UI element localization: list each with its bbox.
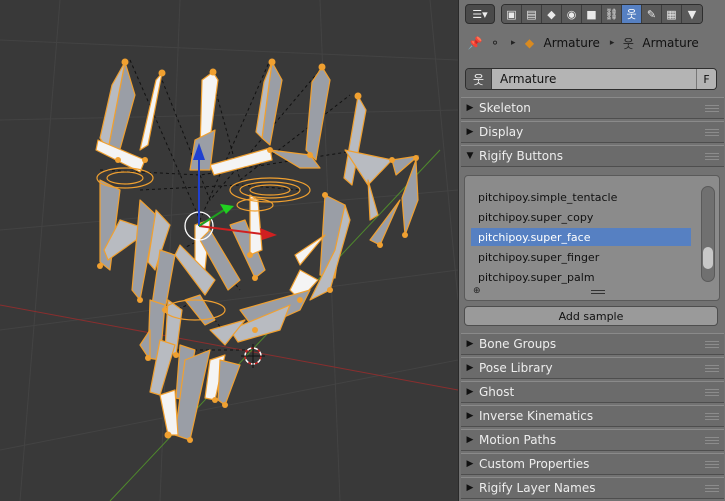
expand-arrow-icon: ▶ xyxy=(466,459,474,469)
filter-options-icon[interactable]: ⊕ xyxy=(473,286,481,296)
breadcrumb-data: Armature xyxy=(642,36,699,50)
breadcrumb: 📌 ⚬ ▸ ◆ Armature ▸ 웃 Armature xyxy=(459,30,725,56)
bone-constraints-icon[interactable]: ▦ xyxy=(662,5,682,23)
sample-list[interactable]: pitchipoy.simple_tentacle pitchipoy.supe… xyxy=(464,175,720,301)
drag-grip-icon[interactable] xyxy=(705,340,719,348)
panel-rigify-buttons[interactable]: ▼ Rigify Buttons xyxy=(461,145,724,167)
drag-grip-icon[interactable] xyxy=(705,484,719,492)
panel-title: Custom Properties xyxy=(479,457,590,471)
fake-user-button[interactable]: F xyxy=(696,69,716,89)
editor-type-button[interactable]: ☰▾ xyxy=(465,4,495,24)
drag-grip-icon[interactable] xyxy=(705,460,719,468)
panel-custom-properties[interactable]: ▶ Custom Properties xyxy=(461,453,724,475)
drag-grip-icon[interactable] xyxy=(705,436,719,444)
texture-icon[interactable]: ▼ xyxy=(682,5,702,23)
scrollbar-thumb[interactable] xyxy=(703,247,713,269)
armature-icon: 웃 xyxy=(622,36,634,51)
expand-arrow-icon: ▶ xyxy=(466,339,474,349)
datablock-name-field[interactable]: Armature xyxy=(492,69,696,89)
armature-bones[interactable] xyxy=(95,61,419,441)
expand-arrow-icon: ▶ xyxy=(466,127,474,137)
properties-editor: ☰▾ ▣ ▤ ◆ ◉ ■ ⛓ 웃 ✎ ▦ ▼ 📌 ⚬ ▸ ◆ Armature ▸ 웃 Armat… xyxy=(458,0,725,501)
panel-title: Pose Library xyxy=(479,361,553,375)
list-item[interactable]: pitchipoy.super_copy xyxy=(471,208,691,226)
expand-arrow-icon: ▶ xyxy=(466,483,474,493)
properties-icon: ☰▾ xyxy=(472,7,488,21)
list-resize-grip-icon[interactable] xyxy=(591,290,605,294)
3d-viewport[interactable] xyxy=(0,0,458,501)
expand-arrow-icon: ▶ xyxy=(466,103,474,113)
add-sample-button[interactable]: Add sample xyxy=(464,306,718,326)
panel-title: Skeleton xyxy=(479,101,531,115)
panel-title: Rigify Layer Names xyxy=(479,481,596,495)
expand-arrow-icon: ▶ xyxy=(466,363,474,373)
panel-title: Motion Paths xyxy=(479,433,557,447)
panel-rigify-layer-names[interactable]: ▶ Rigify Layer Names xyxy=(461,477,724,499)
panel-ghost[interactable]: ▶ Ghost xyxy=(461,381,724,403)
panel-title: Rigify Buttons xyxy=(479,149,563,163)
panel-title: Display xyxy=(479,125,524,139)
breadcrumb-object: Armature xyxy=(543,36,600,50)
viewport-canvas[interactable] xyxy=(0,0,458,501)
expand-arrow-icon: ▶ xyxy=(466,435,474,445)
pin-icon[interactable]: 📌 xyxy=(467,36,483,50)
world-icon[interactable]: ◉ xyxy=(562,5,582,23)
floor-grid xyxy=(0,0,458,501)
list-item-selected[interactable]: pitchipoy.super_face xyxy=(471,228,691,246)
panel-display[interactable]: ▶ Display xyxy=(461,121,724,143)
object-icon[interactable]: ■ xyxy=(582,5,602,23)
drag-grip-icon[interactable] xyxy=(705,388,719,396)
drag-grip-icon[interactable] xyxy=(705,152,719,160)
x-arrow-icon[interactable] xyxy=(260,228,277,240)
drag-grip-icon[interactable] xyxy=(705,128,719,136)
armature-data-icon[interactable]: 웃 xyxy=(622,5,642,23)
drag-grip-icon[interactable] xyxy=(705,364,719,372)
panel-title: Ghost xyxy=(479,385,515,399)
panel-skeleton[interactable]: ▶ Skeleton xyxy=(461,97,724,119)
list-scrollbar[interactable] xyxy=(701,186,715,282)
context-tabs: ▣ ▤ ◆ ◉ ■ ⛓ 웃 ✎ ▦ ▼ xyxy=(501,4,703,24)
list-item[interactable]: pitchipoy.simple_tentacle xyxy=(471,188,691,206)
bone-icon[interactable]: ✎ xyxy=(642,5,662,23)
armature-data-icon[interactable]: 웃 xyxy=(466,69,492,89)
3d-cursor-icon[interactable] xyxy=(241,344,265,368)
panel-inverse-kinematics[interactable]: ▶ Inverse Kinematics xyxy=(461,405,724,427)
rigify-buttons-content: pitchipoy.simple_tentacle pitchipoy.supe… xyxy=(463,170,722,304)
drag-grip-icon[interactable] xyxy=(705,104,719,112)
collapse-arrow-icon: ▼ xyxy=(466,151,474,161)
y-arrow-icon[interactable] xyxy=(220,204,234,214)
constraints-icon[interactable]: ⛓ xyxy=(602,5,622,23)
chevron-right-icon: ▸ xyxy=(609,38,615,48)
chevron-right-icon: ▸ xyxy=(511,38,516,48)
panel-bone-groups[interactable]: ▶ Bone Groups xyxy=(461,333,724,355)
properties-header: ☰▾ ▣ ▤ ◆ ◉ ■ ⛓ 웃 ✎ ▦ ▼ xyxy=(459,0,725,28)
drag-grip-icon[interactable] xyxy=(705,412,719,420)
panel-pose-library[interactable]: ▶ Pose Library xyxy=(461,357,724,379)
armature-datablock-selector[interactable]: 웃 Armature F xyxy=(465,68,717,90)
list-item[interactable]: pitchipoy.super_palm xyxy=(471,268,691,286)
list-item[interactable]: pitchipoy.super_finger xyxy=(471,248,691,266)
panel-motion-paths[interactable]: ▶ Motion Paths xyxy=(461,429,724,451)
panel-title: Bone Groups xyxy=(479,337,557,351)
render-layers-icon[interactable]: ▤ xyxy=(522,5,542,23)
object-cube-icon: ◆ xyxy=(524,36,535,50)
render-icon[interactable]: ▣ xyxy=(502,5,522,23)
expand-arrow-icon: ▶ xyxy=(466,387,474,397)
panel-title: Inverse Kinematics xyxy=(479,409,594,423)
scene-icon: ⚬ xyxy=(489,36,501,50)
expand-arrow-icon: ▶ xyxy=(466,411,474,421)
scene-icon[interactable]: ◆ xyxy=(542,5,562,23)
